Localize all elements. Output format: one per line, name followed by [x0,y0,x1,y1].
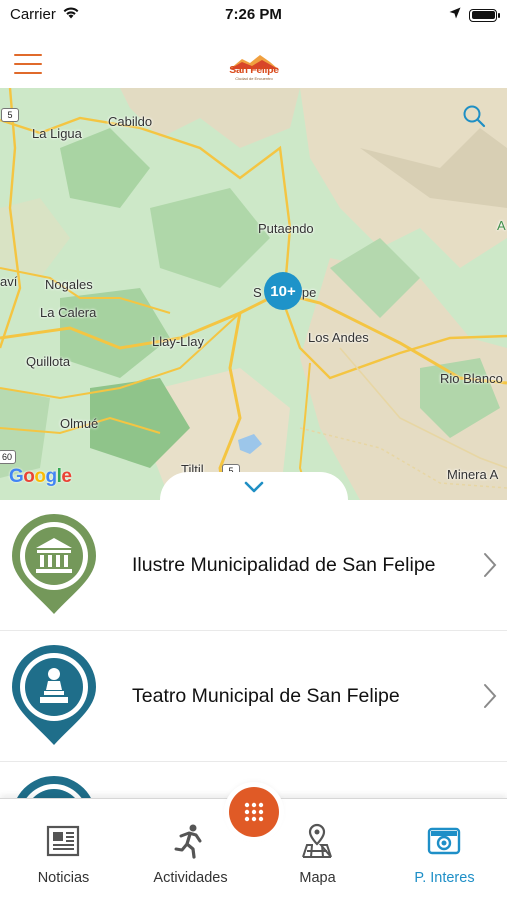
map-label-avi: aví [0,274,18,289]
map-label-putaendo: Putaendo [258,221,314,236]
list-item[interactable]: Ilustre Municipalidad de San Felipe [0,500,507,631]
newspaper-icon [46,825,80,857]
tab-p-interes[interactable]: P. Interes [381,799,507,900]
status-right [449,6,500,24]
grid-dots-icon [244,802,264,822]
hamburger-menu-icon[interactable] [14,54,42,76]
logo-text: San Felipe [229,64,279,76]
tab-label: Noticias [37,870,90,886]
app-header: San Felipe Ciudad de Encuentro [0,30,507,88]
status-bar: Carrier 7:26 PM [0,0,507,30]
map-label-nogales: Nogales [45,277,93,292]
map-label-minera-a: Minera A [447,467,499,482]
route-shield-west: 60 [0,450,16,464]
chevron-right-icon [484,553,497,577]
map-label-quillota: Quillota [26,354,71,369]
points-of-interest-list: Ilustre Municipalidad de San Felipe Teat… [0,500,507,798]
list-item-label: Teatro Municipal de San Felipe [132,685,400,707]
tab-noticias[interactable]: Noticias [0,799,127,900]
runner-icon [174,824,202,859]
map-cluster-marker[interactable]: 10+ [264,272,302,310]
tab-label: Actividades [153,870,228,886]
map-label-la-ligua: La Ligua [32,126,82,141]
map-label-rio-blanco: Rio Blanco [440,371,503,386]
monument-pin-icon [10,643,98,747]
camera-icon [427,827,461,855]
google-logo: Google [9,466,72,487]
logo-subtext: Ciudad de Encuentro [235,76,273,81]
tab-label: Mapa [299,870,336,886]
route-shield-north: 5 [1,108,19,122]
map-collapse-tab[interactable] [160,472,348,500]
list-item-label: Ilustre Municipalidad de San Felipe [132,554,436,576]
map-pin-icon [302,823,332,858]
clock: 7:26 PM [225,6,282,23]
map-view[interactable]: La Ligua Cabildo Putaendo aví Nogales La… [0,88,507,500]
chevron-down-icon [244,481,264,493]
list-item[interactable]: Teatro Municipal de San Felipe [0,631,507,762]
map-label-llay-llay: Llay-Llay [152,334,205,349]
center-menu-button[interactable] [229,787,279,837]
location-arrow-icon [449,6,461,24]
search-icon[interactable] [462,104,486,128]
person-pin-icon [10,774,98,798]
building-pin-icon [10,512,98,616]
map-label-olmue: Olmué [60,416,99,431]
battery-icon [469,8,500,22]
map-label-edge-a: A [497,218,506,233]
map-label-los-andes: Los Andes [308,330,369,345]
app-logo: San Felipe Ciudad de Encuentro [228,52,280,82]
map-label-la-calera: La Calera [40,305,97,320]
chevron-right-icon [484,684,497,708]
map-label-cabildo: Cabildo [108,114,153,129]
tab-label: P. Interes [414,870,475,886]
map-label-san-felipe-start: S [253,285,262,300]
